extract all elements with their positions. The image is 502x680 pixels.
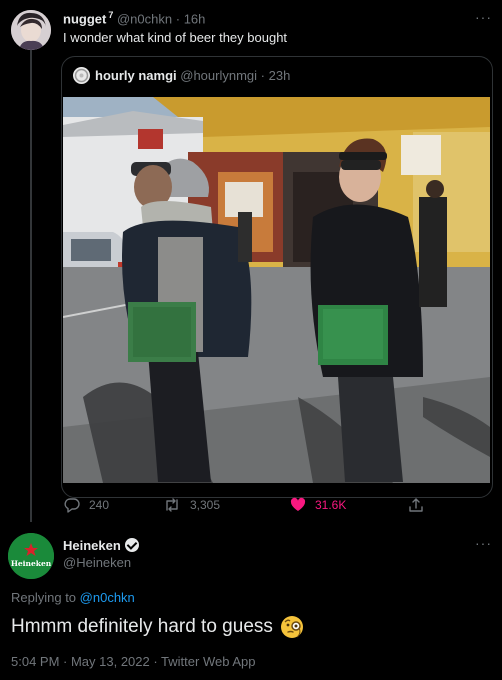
retweet-count: 3,305 <box>190 498 221 512</box>
reply-handle[interactable]: @Heineken <box>63 555 131 570</box>
reply-count: 240 <box>89 498 110 512</box>
quoted-handle[interactable]: @hourlynmgi <box>180 68 257 83</box>
like-count: 31.6K <box>315 498 347 512</box>
face-with-monocle-icon <box>280 616 303 638</box>
separator: · <box>175 11 181 27</box>
heart-icon <box>290 497 306 511</box>
like-action[interactable]: 31.6K <box>290 497 346 513</box>
verified-badge-icon <box>124 538 139 552</box>
retweet-icon <box>166 498 178 512</box>
tweet-text: I wonder what kind of beer they bought <box>63 30 288 45</box>
quoted-header: hourly namgi @hourlynmgi · 23h <box>95 68 290 83</box>
time-ago[interactable]: 16h <box>184 11 206 26</box>
reply-more-options-icon[interactable]: ··· <box>475 535 492 551</box>
nugget-avatar[interactable] <box>11 10 51 50</box>
more-options-icon[interactable]: ··· <box>475 9 492 25</box>
reply-text: Hmmm definitely hard to guess <box>11 616 273 637</box>
heineken-logo-text: Heineken <box>10 559 52 568</box>
replying-to-line: Replying to @n0chkn <box>11 590 135 605</box>
reply-action[interactable]: 240 <box>64 497 109 513</box>
quoted-avatar[interactable] <box>73 67 90 84</box>
reply-timestamp[interactable]: 5:04 PM · May 13, 2022 · Twitter Web App <box>11 654 255 669</box>
replying-to-link[interactable]: @n0chkn <box>80 590 135 605</box>
thread-connector-line <box>30 50 32 522</box>
reply-text-row: Hmmm definitely hard to guess <box>11 615 304 639</box>
reply-icon <box>64 498 80 513</box>
heineken-avatar[interactable]: Heineken <box>8 533 54 579</box>
reply-name-row: Heineken <box>63 538 139 553</box>
share-action[interactable] <box>408 497 433 513</box>
quoted-time-ago[interactable]: 23h <box>269 68 291 83</box>
quoted-separator: · <box>260 68 265 83</box>
share-icon <box>409 498 423 512</box>
quoted-display-name[interactable]: hourly namgi <box>95 68 177 83</box>
retweet-action[interactable]: 3,305 <box>163 497 220 513</box>
reply-display-name[interactable]: Heineken <box>63 538 121 553</box>
name-superscript: 7 <box>108 10 114 20</box>
tweet-header: nugget 7 @n0chkn · 16h <box>63 10 205 26</box>
display-name[interactable]: nugget <box>63 11 106 26</box>
quoted-media-photo[interactable] <box>63 97 490 483</box>
handle[interactable]: @n0chkn <box>117 11 172 26</box>
replying-prefix: Replying to <box>11 590 77 605</box>
